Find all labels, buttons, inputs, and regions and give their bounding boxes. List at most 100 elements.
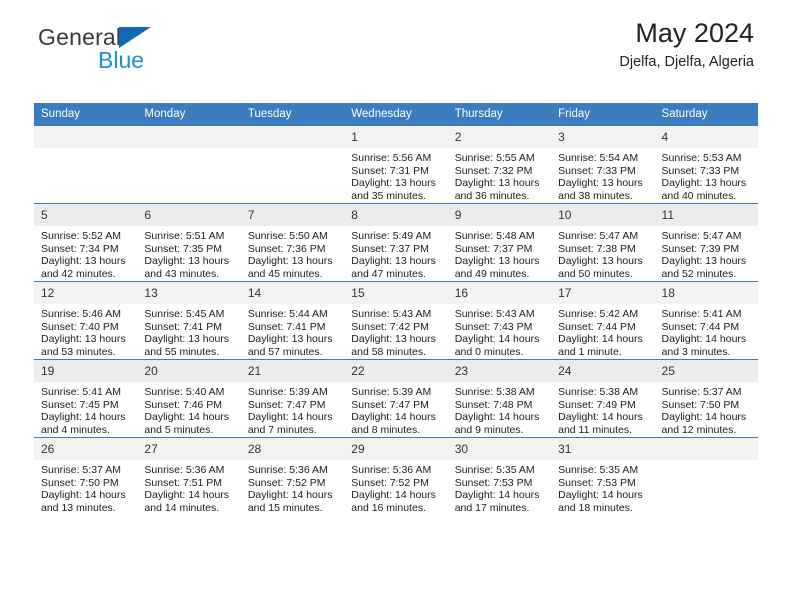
daylight-duration-line1: Daylight: 14 hours: [661, 333, 747, 346]
calendar-day-cell[interactable]: 5 Sunrise: 5:52 AM Sunset: 7:34 PM Daylight…: [34, 203, 138, 282]
calendar-day-cell[interactable]: 18 Sunrise: 5:41 AM Sunset: 7:44 PM Dayligh…: [654, 281, 758, 360]
sunrise-time: Sunrise: 5:41 AM: [41, 386, 121, 398]
sunset-time: Sunset: 7:41 PM: [144, 320, 223, 333]
calendar-day-cell[interactable]: 29 Sunrise: 5:36 AM Sunset: 7:52 PM Dayligh…: [344, 437, 448, 516]
daylight-duration-line1: Daylight: 14 hours: [41, 489, 126, 502]
calendar-day-cell[interactable]: 28 Sunrise: 5:36 AM Sunset: 7:52 PM Dayligh…: [240, 437, 345, 516]
page-header: General Blue May 2024 Djelfa, Djelfa, Al…: [34, 0, 758, 72]
sunrise-time: Sunrise: 5:50 AM: [247, 230, 328, 242]
weekday-header-monday: Monday: [137, 103, 241, 126]
daylight-duration-line1: Daylight: 13 hours: [454, 255, 540, 268]
day-details: Sunrise: 5:40 AM Sunset: 7:46 PM Daylight:…: [137, 382, 240, 436]
sunset-time: Sunset: 7:47 PM: [247, 398, 326, 411]
calendar-day-cell[interactable]: 7 Sunrise: 5:50 AM Sunset: 7:36 PM Daylight…: [240, 203, 345, 282]
calendar-day-cell[interactable]: 11 Sunrise: 5:47 AM Sunset: 7:39 PM Dayligh…: [654, 203, 758, 282]
sunset-time: Sunset: 7:37 PM: [454, 242, 533, 255]
day-details: Sunrise: 5:55 AM Sunset: 7:32 PM Daylight:…: [448, 148, 551, 202]
sunrise-time: Sunrise: 5:43 AM: [454, 308, 535, 320]
sunrise-time: Sunrise: 5:36 AM: [351, 464, 432, 476]
sunrise-time: Sunrise: 5:39 AM: [247, 386, 328, 398]
sunrise-time: Sunrise: 5:37 AM: [41, 464, 121, 476]
daylight-duration-line2: and 47 minutes.: [351, 267, 426, 280]
calendar-day-cell[interactable]: 30 Sunrise: 5:35 AM Sunset: 7:53 PM Dayligh…: [447, 437, 552, 516]
calendar-day-cell[interactable]: 10 Sunrise: 5:47 AM Sunset: 7:38 PM Dayligh…: [551, 203, 655, 282]
daylight-duration-line2: and 9 minutes.: [454, 423, 524, 436]
calendar-body: 1 Sunrise: 5:56 AM Sunset: 7:31 PM Daylight…: [34, 125, 758, 516]
calendar-day-cell[interactable]: 9 Sunrise: 5:48 AM Sunset: 7:37 PM Daylight…: [447, 203, 552, 282]
sunset-time: Sunset: 7:52 PM: [247, 476, 326, 489]
calendar-day-cell[interactable]: 2 Sunrise: 5:55 AM Sunset: 7:32 PM Daylight…: [447, 125, 552, 204]
sunrise-time: Sunrise: 5:53 AM: [661, 152, 742, 164]
calendar-day-cell[interactable]: 20 Sunrise: 5:40 AM Sunset: 7:46 PM Dayligh…: [137, 359, 241, 438]
day-number: 4: [654, 126, 758, 148]
day-details: Sunrise: 5:39 AM Sunset: 7:47 PM Daylight:…: [344, 382, 447, 436]
calendar-day-cell[interactable]: 1 Sunrise: 5:56 AM Sunset: 7:31 PM Daylight…: [344, 125, 448, 204]
day-number: 15: [344, 282, 448, 304]
day-details: Sunrise: 5:39 AM Sunset: 7:47 PM Daylight:…: [241, 382, 344, 436]
calendar-day-cell[interactable]: 4 Sunrise: 5:53 AM Sunset: 7:33 PM Daylight…: [654, 125, 758, 204]
day-details: Sunrise: 5:36 AM Sunset: 7:51 PM Daylight:…: [137, 460, 240, 514]
sunrise-time: Sunrise: 5:47 AM: [661, 230, 742, 242]
sunset-time: Sunset: 7:49 PM: [558, 398, 636, 411]
day-number: [137, 126, 241, 148]
daylight-duration-line1: Daylight: 13 hours: [351, 333, 436, 346]
day-number: 21: [240, 360, 345, 382]
calendar-day-cell[interactable]: 8 Sunrise: 5:49 AM Sunset: 7:37 PM Daylight…: [344, 203, 448, 282]
sunset-time: Sunset: 7:51 PM: [144, 476, 223, 489]
generalblue-logo[interactable]: General Blue: [38, 26, 238, 78]
day-number: 30: [447, 438, 552, 460]
sunrise-time: Sunrise: 5:55 AM: [454, 152, 535, 164]
day-number: 20: [137, 360, 241, 382]
sunrise-time: Sunrise: 5:52 AM: [41, 230, 121, 242]
daylight-duration-line1: Daylight: 14 hours: [247, 411, 333, 424]
calendar-day-cell[interactable]: 3 Sunrise: 5:54 AM Sunset: 7:33 PM Daylight…: [551, 125, 655, 204]
calendar-day-cell[interactable]: 12 Sunrise: 5:46 AM Sunset: 7:40 PM Dayligh…: [34, 281, 138, 360]
daylight-duration-line1: Daylight: 13 hours: [247, 255, 333, 268]
calendar-day-cell[interactable]: 31 Sunrise: 5:35 AM Sunset: 7:53 PM Dayligh…: [551, 437, 655, 516]
day-number: 18: [654, 282, 758, 304]
day-number: 7: [240, 204, 345, 226]
daylight-duration-line2: and 12 minutes.: [661, 423, 737, 436]
sunset-time: Sunset: 7:50 PM: [661, 398, 740, 411]
calendar-day-cell[interactable]: 21 Sunrise: 5:39 AM Sunset: 7:47 PM Dayligh…: [240, 359, 345, 438]
calendar-day-cell[interactable]: 27 Sunrise: 5:36 AM Sunset: 7:51 PM Dayligh…: [137, 437, 241, 516]
daylight-duration-line1: Daylight: 14 hours: [247, 489, 333, 502]
calendar-day-cell[interactable]: 14 Sunrise: 5:44 AM Sunset: 7:41 PM Dayligh…: [240, 281, 345, 360]
calendar-day-cell-empty: [654, 437, 758, 516]
calendar-day-cell[interactable]: 22 Sunrise: 5:39 AM Sunset: 7:47 PM Dayligh…: [344, 359, 448, 438]
calendar-day-cell[interactable]: 24 Sunrise: 5:38 AM Sunset: 7:49 PM Dayligh…: [551, 359, 655, 438]
day-details: Sunrise: 5:46 AM Sunset: 7:40 PM Daylight:…: [34, 304, 137, 358]
calendar-day-cell[interactable]: 16 Sunrise: 5:43 AM Sunset: 7:43 PM Dayligh…: [447, 281, 552, 360]
daylight-duration-line1: Daylight: 13 hours: [144, 255, 230, 268]
day-details: Sunrise: 5:38 AM Sunset: 7:49 PM Daylight:…: [551, 382, 654, 436]
day-number: 23: [447, 360, 552, 382]
sunset-time: Sunset: 7:44 PM: [558, 320, 636, 333]
calendar-day-cell[interactable]: 26 Sunrise: 5:37 AM Sunset: 7:50 PM Dayligh…: [34, 437, 138, 516]
calendar-day-cell[interactable]: 25 Sunrise: 5:37 AM Sunset: 7:50 PM Dayligh…: [654, 359, 758, 438]
calendar-day-cell[interactable]: 6 Sunrise: 5:51 AM Sunset: 7:35 PM Daylight…: [137, 203, 241, 282]
sunrise-time: Sunrise: 5:54 AM: [558, 152, 639, 164]
calendar-day-cell-empty: [240, 125, 345, 204]
daylight-duration-line1: Daylight: 13 hours: [661, 177, 747, 190]
calendar-day-cell[interactable]: 15 Sunrise: 5:43 AM Sunset: 7:42 PM Dayligh…: [344, 281, 448, 360]
sunset-time: Sunset: 7:47 PM: [351, 398, 429, 411]
daylight-duration-line1: Daylight: 14 hours: [351, 489, 436, 502]
day-number: 27: [137, 438, 241, 460]
calendar-day-cell[interactable]: 19 Sunrise: 5:41 AM Sunset: 7:45 PM Dayligh…: [34, 359, 138, 438]
day-details: Sunrise: 5:43 AM Sunset: 7:42 PM Daylight:…: [344, 304, 447, 358]
calendar-day-cell[interactable]: 13 Sunrise: 5:45 AM Sunset: 7:41 PM Dayligh…: [137, 281, 241, 360]
calendar-day-cell[interactable]: 23 Sunrise: 5:38 AM Sunset: 7:48 PM Dayligh…: [447, 359, 552, 438]
daylight-duration-line1: Daylight: 13 hours: [351, 177, 436, 190]
sunset-time: Sunset: 7:52 PM: [351, 476, 429, 489]
daylight-duration-line2: and 43 minutes.: [144, 267, 220, 280]
day-number: 12: [34, 282, 138, 304]
day-details: Sunrise: 5:51 AM Sunset: 7:35 PM Daylight:…: [137, 226, 240, 280]
day-number: 1: [344, 126, 448, 148]
calendar-day-cell[interactable]: 17 Sunrise: 5:42 AM Sunset: 7:44 PM Dayligh…: [551, 281, 655, 360]
daylight-duration-line1: Daylight: 14 hours: [454, 411, 540, 424]
daylight-duration-line1: Daylight: 13 hours: [41, 333, 126, 346]
page-subtitle: Djelfa, Djelfa, Algeria: [619, 54, 754, 70]
daylight-duration-line2: and 45 minutes.: [247, 267, 323, 280]
sunrise-time: Sunrise: 5:41 AM: [661, 308, 742, 320]
day-details: Sunrise: 5:35 AM Sunset: 7:53 PM Daylight:…: [551, 460, 654, 514]
